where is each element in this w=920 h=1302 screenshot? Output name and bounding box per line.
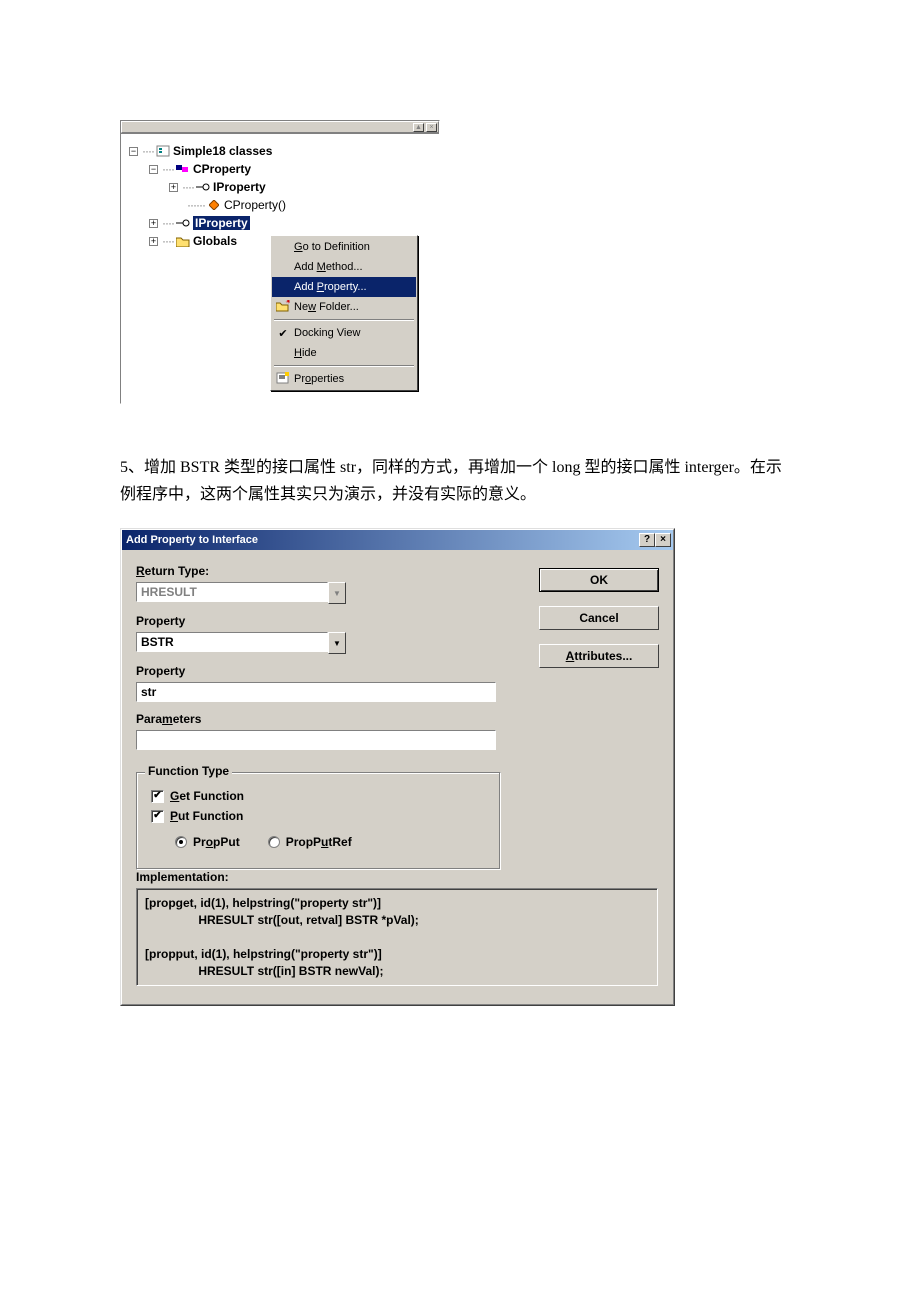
new-folder-icon: ✴ [275, 300, 291, 315]
tree-inner-interface[interactable]: + ···· IProperty [125, 178, 435, 196]
parameters-label: Parameters [136, 712, 506, 726]
attributes-button[interactable]: Attributes... [539, 644, 659, 668]
interface-icon [196, 181, 210, 193]
menu-separator [274, 319, 414, 321]
propput-radio[interactable]: PropPut [175, 835, 240, 849]
tree-root[interactable]: − ···· Simple18 classes [125, 142, 435, 160]
property-name-input[interactable]: str [136, 682, 496, 702]
property-name-label: Property [136, 664, 506, 678]
parameters-input[interactable] [136, 730, 496, 750]
context-menu: Go to Definition Add Method... Add Prope… [270, 235, 418, 391]
class-icon [176, 163, 190, 175]
checkmark-icon: ✔ [275, 327, 291, 340]
menu-docking-view[interactable]: ✔ Docking View [272, 323, 416, 343]
tree-selected-interface[interactable]: + ···· IProperty [125, 214, 435, 232]
svg-text:✴: ✴ [285, 300, 290, 306]
get-function-checkbox[interactable]: ✔ Get Function [151, 789, 486, 803]
dropdown-icon: ▼ [328, 582, 346, 604]
close-icon[interactable]: × [426, 123, 437, 132]
menu-goto-definition[interactable]: Go to Definition [272, 237, 416, 257]
propputref-radio[interactable]: PropPutRef [268, 835, 352, 849]
method-icon [207, 199, 221, 211]
ok-button[interactable]: OK [539, 568, 659, 592]
minimize-icon[interactable]: ▲ [413, 123, 424, 132]
radio-selected-icon [175, 836, 187, 848]
radio-unselected-icon [268, 836, 280, 848]
class-view-panel: ▲ × − ···· Simple18 classes − ···· CProp… [120, 120, 440, 404]
checkbox-checked-icon: ✔ [151, 810, 164, 823]
expander-plus-icon[interactable]: + [149, 219, 158, 228]
menu-add-property[interactable]: Add Property... [272, 277, 416, 297]
close-icon[interactable]: × [655, 533, 671, 547]
menu-new-folder[interactable]: ✴ New Folder... [272, 297, 416, 317]
menu-properties[interactable]: Properties [272, 369, 416, 389]
implementation-box: [propget, id(1), helpstring("property st… [136, 888, 658, 986]
help-icon[interactable]: ? [639, 533, 655, 547]
tree-inner-interface-label: IProperty [213, 180, 266, 194]
tree-globals-label: Globals [193, 234, 237, 248]
menu-add-method[interactable]: Add Method... [272, 257, 416, 277]
expander-minus-icon[interactable]: − [129, 147, 138, 156]
return-type-label: Return Type: [136, 564, 506, 578]
properties-icon [275, 372, 291, 387]
classes-icon [156, 145, 170, 157]
dialog-titlebar: Add Property to Interface ? × [122, 530, 673, 550]
tree-root-label: Simple18 classes [173, 144, 272, 158]
checkbox-checked-icon: ✔ [151, 790, 164, 803]
property-type-label: Property [136, 614, 506, 628]
function-type-group-title: Function Type [145, 764, 232, 778]
tree-ctor-label: CProperty() [224, 198, 286, 212]
expander-plus-icon[interactable]: + [169, 183, 178, 192]
tree-selected-interface-label: IProperty [193, 216, 250, 230]
tree-class-node[interactable]: − ···· CProperty [125, 160, 435, 178]
panel-titlebar: ▲ × [121, 121, 439, 133]
folder-icon [176, 235, 190, 247]
return-type-combo: HRESULT [136, 582, 328, 602]
expander-plus-icon[interactable]: + [149, 237, 158, 246]
function-type-group: Function Type ✔ Get Function ✔ Put Funct… [136, 772, 501, 870]
cancel-button[interactable]: Cancel [539, 606, 659, 630]
dropdown-icon[interactable]: ▼ [328, 632, 346, 654]
add-property-dialog: Add Property to Interface ? × Return Typ… [120, 528, 675, 1006]
menu-separator [274, 365, 414, 367]
dialog-title: Add Property to Interface [126, 534, 258, 546]
tree-class-label: CProperty [193, 162, 251, 176]
put-function-checkbox[interactable]: ✔ Put Function [151, 809, 486, 823]
interface-icon [176, 217, 190, 229]
instruction-text: 5、增加 BSTR 类型的接口属性 str，同样的方式，再增加一个 long 型… [120, 454, 790, 508]
property-type-combo[interactable]: BSTR [136, 632, 328, 652]
expander-minus-icon[interactable]: − [149, 165, 158, 174]
menu-hide[interactable]: Hide [272, 343, 416, 363]
implementation-label: Implementation: [136, 870, 659, 884]
tree-ctor[interactable]: ······ CProperty() [125, 196, 435, 214]
